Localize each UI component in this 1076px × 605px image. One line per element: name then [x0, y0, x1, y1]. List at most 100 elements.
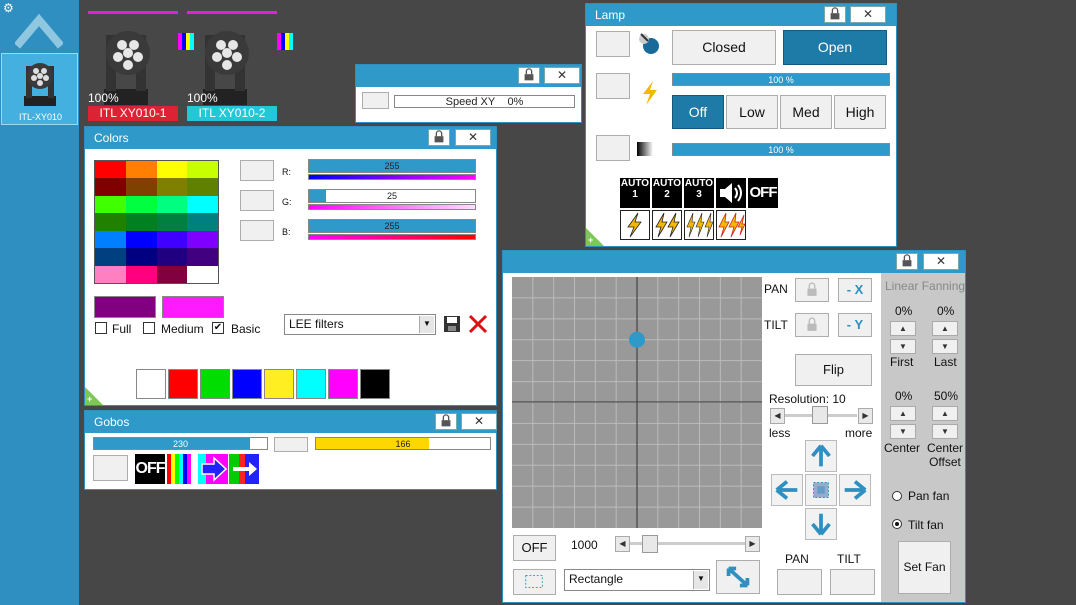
auto-3-button[interactable]: AUTO 3 — [684, 178, 714, 208]
lock-icon[interactable] — [435, 413, 457, 430]
close-icon[interactable]: ✕ — [923, 253, 959, 270]
quick-color-swatch[interactable] — [168, 369, 198, 399]
count-thumb[interactable] — [642, 535, 658, 553]
invert-y-button[interactable]: - Y — [838, 313, 872, 337]
titlebar[interactable]: Colors ✕ — [85, 127, 496, 149]
gobo-select-button[interactable] — [93, 455, 128, 481]
palette-swatch[interactable] — [156, 230, 188, 249]
strobe-slow-icon[interactable] — [620, 210, 650, 240]
tilt-value-button[interactable] — [830, 569, 875, 595]
lock-icon[interactable] — [518, 67, 540, 84]
move-right-button[interactable] — [839, 474, 871, 506]
pan-tilt-pad[interactable] — [512, 277, 762, 528]
palette-swatch[interactable] — [95, 178, 126, 196]
strobe-medium-icon[interactable] — [652, 210, 682, 240]
palette-swatch[interactable] — [156, 161, 188, 179]
palette-swatch[interactable] — [95, 265, 126, 283]
quick-color-swatch[interactable] — [296, 369, 326, 399]
center-decrease[interactable]: ▼ — [890, 424, 916, 439]
closed-button[interactable]: Closed — [672, 30, 776, 65]
move-up-button[interactable] — [805, 440, 837, 472]
blue-slider[interactable]: 255 — [308, 219, 476, 233]
close-icon[interactable]: ✕ — [461, 413, 497, 430]
pan-fan-radio[interactable] — [892, 491, 902, 501]
med-button[interactable]: Med — [780, 95, 832, 129]
tilt-lock-button[interactable] — [795, 313, 829, 337]
red-channel-button[interactable] — [240, 160, 274, 181]
palette-swatch[interactable] — [125, 265, 157, 283]
palette-swatch[interactable] — [95, 213, 126, 231]
lock-icon[interactable] — [896, 253, 918, 270]
resolution-decrease[interactable]: ◀ — [770, 408, 785, 424]
palette-swatch[interactable] — [95, 230, 126, 249]
titlebar[interactable]: ✕ — [503, 251, 965, 273]
palette-swatch[interactable] — [95, 161, 126, 179]
palette-swatch[interactable] — [156, 265, 188, 283]
move-down-button[interactable] — [805, 508, 837, 540]
high-button[interactable]: High — [834, 95, 886, 129]
set-fan-button[interactable]: Set Fan — [898, 541, 951, 594]
blue-channel-button[interactable] — [240, 220, 274, 241]
strobe-slider[interactable]: 100 % — [672, 73, 890, 86]
auto-2-button[interactable]: AUTO 2 — [652, 178, 682, 208]
offset-increase[interactable]: ▲ — [932, 406, 958, 421]
palette-swatch[interactable] — [187, 230, 218, 249]
center-button[interactable] — [805, 474, 837, 506]
lamp-off-button[interactable]: OFF — [748, 178, 778, 208]
palette-swatch[interactable] — [125, 248, 157, 266]
green-channel-button[interactable] — [240, 190, 274, 211]
tilt-fan-radio[interactable] — [892, 519, 902, 529]
center-increase[interactable]: ▲ — [890, 406, 916, 421]
speed-xy-slider[interactable]: Speed XY 0% — [394, 95, 575, 108]
invert-x-button[interactable]: - X — [838, 278, 872, 302]
palette-swatch[interactable] — [187, 213, 218, 231]
close-icon[interactable]: ✕ — [455, 129, 491, 146]
palette-swatch[interactable] — [125, 161, 157, 179]
gobo-slider[interactable]: 230 — [93, 437, 268, 450]
gobo-rainbow-icon[interactable] — [167, 454, 197, 484]
first-decrease[interactable]: ▼ — [890, 339, 916, 354]
strobe-fast-icon[interactable] — [684, 210, 714, 240]
pan-value-button[interactable] — [777, 569, 822, 595]
lock-icon[interactable] — [428, 129, 450, 146]
device-tile[interactable]: ITL-XY010 — [1, 53, 78, 125]
palette-swatch[interactable] — [156, 195, 188, 214]
last-decrease[interactable]: ▼ — [932, 339, 958, 354]
dimmer-toggle-button[interactable] — [596, 135, 630, 161]
sound-icon[interactable] — [716, 178, 746, 208]
palette-swatch[interactable] — [125, 230, 157, 249]
titlebar[interactable]: ✕ — [356, 65, 581, 87]
resolution-thumb[interactable] — [812, 406, 828, 424]
flip-button[interactable]: Flip — [795, 354, 872, 386]
palette-swatch[interactable] — [156, 213, 188, 231]
fixture-tile-1[interactable]: 100% ITL XY010-1 — [88, 11, 194, 121]
save-icon[interactable] — [442, 314, 462, 334]
medium-checkbox[interactable] — [143, 322, 155, 334]
green-slider[interactable]: 25 — [308, 189, 476, 203]
palette-swatch[interactable] — [156, 248, 188, 266]
lock-icon[interactable] — [824, 6, 846, 23]
count-increase[interactable]: ▶ — [745, 536, 760, 552]
palette-swatch[interactable] — [187, 178, 218, 196]
resolution-increase[interactable]: ▶ — [858, 408, 873, 424]
gobo-arrow-icon[interactable] — [198, 454, 228, 484]
open-button[interactable]: Open — [783, 30, 887, 65]
pan-lock-button[interactable] — [795, 278, 829, 302]
dimmer-slider[interactable]: 100 % — [672, 143, 890, 156]
palette-swatch[interactable] — [187, 195, 218, 214]
gear-icon[interactable]: ⚙ — [3, 2, 15, 14]
palette-swatch[interactable] — [95, 248, 126, 266]
chevron-up-icon[interactable] — [15, 10, 63, 50]
quick-color-swatches[interactable] — [136, 369, 392, 399]
pan-tilt-point[interactable] — [629, 331, 645, 348]
red-slider[interactable]: 255 — [308, 159, 476, 173]
off-button[interactable]: OFF — [513, 535, 556, 561]
strobe-random-icon[interactable] — [716, 210, 746, 240]
gobo-button[interactable] — [274, 437, 308, 452]
palette-swatch[interactable] — [187, 265, 218, 283]
gobo-rotation-slider[interactable]: 166 — [315, 437, 491, 450]
palette-swatch[interactable] — [187, 161, 218, 179]
move-left-button[interactable] — [771, 474, 803, 506]
gobo-pointer-icon[interactable] — [229, 454, 259, 484]
shape-preview-button[interactable] — [513, 569, 556, 595]
